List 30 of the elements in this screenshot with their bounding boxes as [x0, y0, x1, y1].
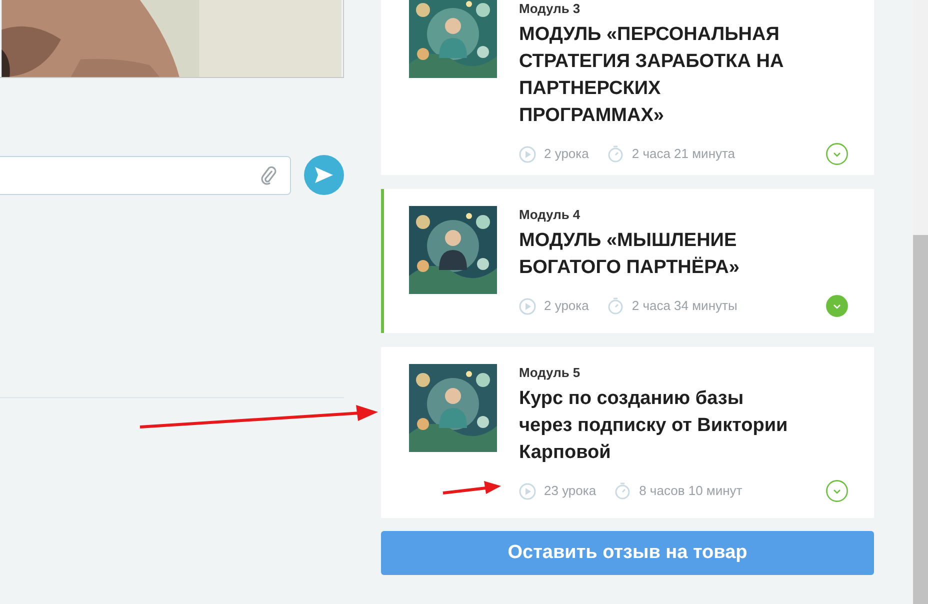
module-label: Модуль 5 — [519, 364, 582, 382]
duration: 2 часа 34 минуты — [632, 297, 738, 316]
lesson-count: 2 урока — [544, 145, 589, 164]
arrow — [442, 481, 501, 494]
module-label: Модуль 3 — [519, 0, 582, 18]
paperclip-icon[interactable] — [260, 165, 278, 185]
module-card[interactable]: Модуль 5 Курс по созданию базы через подписку от Виктории Карповой 23 урока 8 часов 10 минут — [381, 347, 874, 518]
send-icon — [314, 166, 334, 184]
stopwatch-icon — [606, 145, 624, 163]
duration: 8 часов 10 минут — [639, 482, 742, 500]
module-title: МОДУЛЬ «ПЕРСОНАЛЬНАЯ СТРАТЕГИЯ ЗАРАБОТКА НА ПАРТНЕРСКИХ ПРОГРАММАХ» — [519, 23, 785, 128]
play-icon — [519, 146, 536, 162]
scrollbar-thumb[interactable] — [913, 235, 928, 604]
module-card[interactable]: Модуль 4 МОДУЛЬ «МЫШЛЕНИЕ БОГАТОГО ПАРТНЁРА» 2 урока 2 часа 34 минуты — [381, 189, 874, 333]
play-icon — [519, 482, 536, 500]
module-card[interactable]: Модуль 3 МОДУЛЬ «ПЕРСОНАЛЬНАЯ СТРАТЕГИЯ ЗАРАБОТКА НА ПАРТНЕРСКИХ ПРОГРАММАХ» 2 урока 2 часа 21 минута — [381, 0, 874, 175]
send-button[interactable] — [304, 155, 344, 195]
lesson-count: 2 урока — [544, 297, 589, 316]
message-field[interactable] — [0, 156, 291, 194]
duration: 2 часа 21 минута — [632, 145, 736, 164]
module-title: Курс по созданию базы через подписку от Виктории Карповой — [519, 387, 789, 465]
stopwatch-icon — [614, 482, 632, 500]
expand-toggle[interactable] — [826, 295, 848, 317]
lesson-count: 23 урока — [544, 482, 596, 500]
stopwatch-icon — [606, 297, 624, 315]
module-title: МОДУЛЬ «МЫШЛЕНИЕ БОГАТОГО ПАРТНЁРА» — [519, 229, 740, 280]
module-label: Модуль 4 — [519, 206, 582, 224]
expand-toggle[interactable] — [826, 143, 848, 165]
play-icon — [519, 298, 536, 314]
expand-toggle[interactable] — [826, 480, 848, 502]
